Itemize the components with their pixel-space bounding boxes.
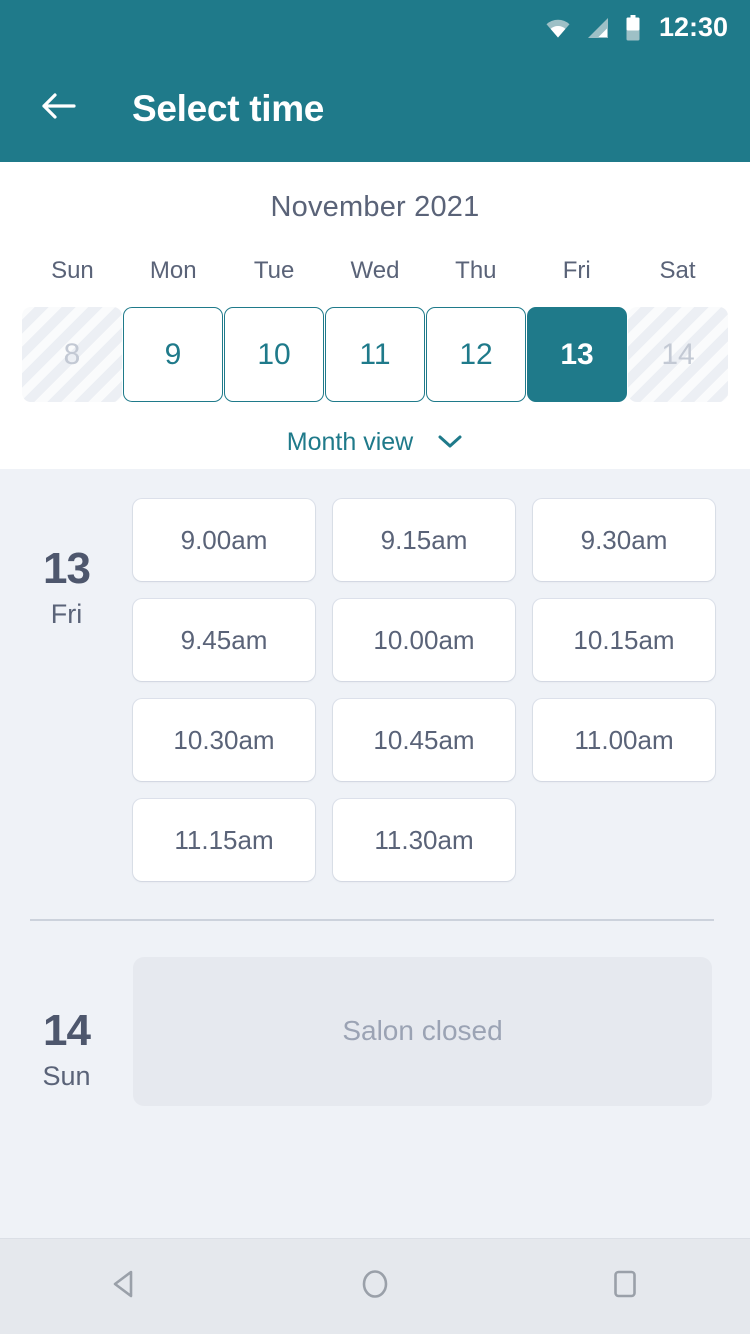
recents-square-icon: [608, 1267, 642, 1306]
time-slot[interactable]: 11.00am: [533, 699, 715, 781]
status-icons: [545, 14, 641, 41]
date-cell-8: 8: [22, 307, 122, 402]
time-slot[interactable]: 9.45am: [133, 599, 315, 681]
back-arrow-icon: [38, 86, 78, 131]
phone-screen: 12:30 Select time November 2021 Sun Mon …: [0, 0, 750, 1334]
app-bar: Select time: [0, 55, 750, 162]
nav-recents-button[interactable]: [580, 1252, 670, 1322]
date-cell-row: 8 9 10 11 12 13 14: [0, 307, 750, 402]
chevron-down-icon: [437, 428, 463, 457]
time-slot[interactable]: 10.30am: [133, 699, 315, 781]
calendar-panel: November 2021 Sun Mon Tue Wed Thu Fri Sa…: [0, 162, 750, 469]
nav-home-button[interactable]: [330, 1252, 420, 1322]
date-cell-13-selected[interactable]: 13: [527, 307, 627, 402]
page-title: Select time: [132, 87, 325, 129]
date-cell-10[interactable]: 10: [224, 307, 324, 402]
time-slot[interactable]: 9.15am: [333, 499, 515, 581]
day-section-13: 13 Fri 9.00am 9.15am 9.30am 9.45am 10.00…: [0, 469, 750, 881]
date-cell-11[interactable]: 11: [325, 307, 425, 402]
signal-icon: [586, 16, 610, 40]
date-cell-9[interactable]: 9: [123, 307, 223, 402]
day-weekday: Sun: [42, 1060, 91, 1091]
month-label: November 2021: [270, 191, 480, 223]
time-slot[interactable]: 11.30am: [333, 799, 515, 881]
battery-icon: [625, 14, 641, 41]
day-label-14: 14 Sun: [0, 957, 133, 1106]
back-button[interactable]: [32, 83, 84, 135]
time-slot[interactable]: 9.00am: [133, 499, 315, 581]
time-slot[interactable]: 9.30am: [533, 499, 715, 581]
weekday-header: Thu: [455, 257, 497, 284]
nav-back-button[interactable]: [80, 1252, 170, 1322]
day-number: 13: [43, 544, 91, 593]
time-slot[interactable]: 10.15am: [533, 599, 715, 681]
day-weekday: Fri: [50, 599, 83, 629]
weekday-header: Fri: [562, 257, 591, 284]
day-section-14: 14 Sun Salon closed: [0, 921, 750, 1106]
home-circle-icon: [358, 1267, 392, 1306]
weekday-header: Mon: [149, 257, 197, 284]
date-cell-14: 14: [628, 307, 728, 402]
weekday-header: Wed: [350, 257, 400, 284]
time-slot-grid: 9.00am 9.15am 9.30am 9.45am 10.00am 10.1…: [133, 499, 750, 881]
wifi-icon: [545, 17, 571, 39]
time-slot[interactable]: 10.45am: [333, 699, 515, 781]
weekday-header: Sat: [659, 257, 696, 284]
date-cell-12[interactable]: 12: [426, 307, 526, 402]
time-slot[interactable]: 11.15am: [133, 799, 315, 881]
salon-closed-banner: Salon closed: [133, 956, 712, 1106]
day-number: 14: [43, 1005, 91, 1055]
weekday-header-row: Sun Mon Tue Wed Thu Fri Sat: [0, 257, 750, 285]
weekday-header: Sun: [51, 257, 94, 284]
android-nav-bar: [0, 1238, 750, 1334]
schedule-list: 13 Fri 9.00am 9.15am 9.30am 9.45am 10.00…: [0, 469, 750, 1238]
weekday-header: Tue: [253, 257, 295, 284]
day-label-13: 13 Fri: [0, 499, 133, 881]
back-triangle-icon: [108, 1267, 142, 1306]
month-view-toggle[interactable]: Month view: [0, 428, 750, 457]
time-slot[interactable]: 10.00am: [333, 599, 515, 681]
month-view-label: Month view: [286, 428, 414, 456]
status-clock: 12:30: [658, 12, 728, 42]
status-bar: 12:30: [0, 0, 750, 55]
